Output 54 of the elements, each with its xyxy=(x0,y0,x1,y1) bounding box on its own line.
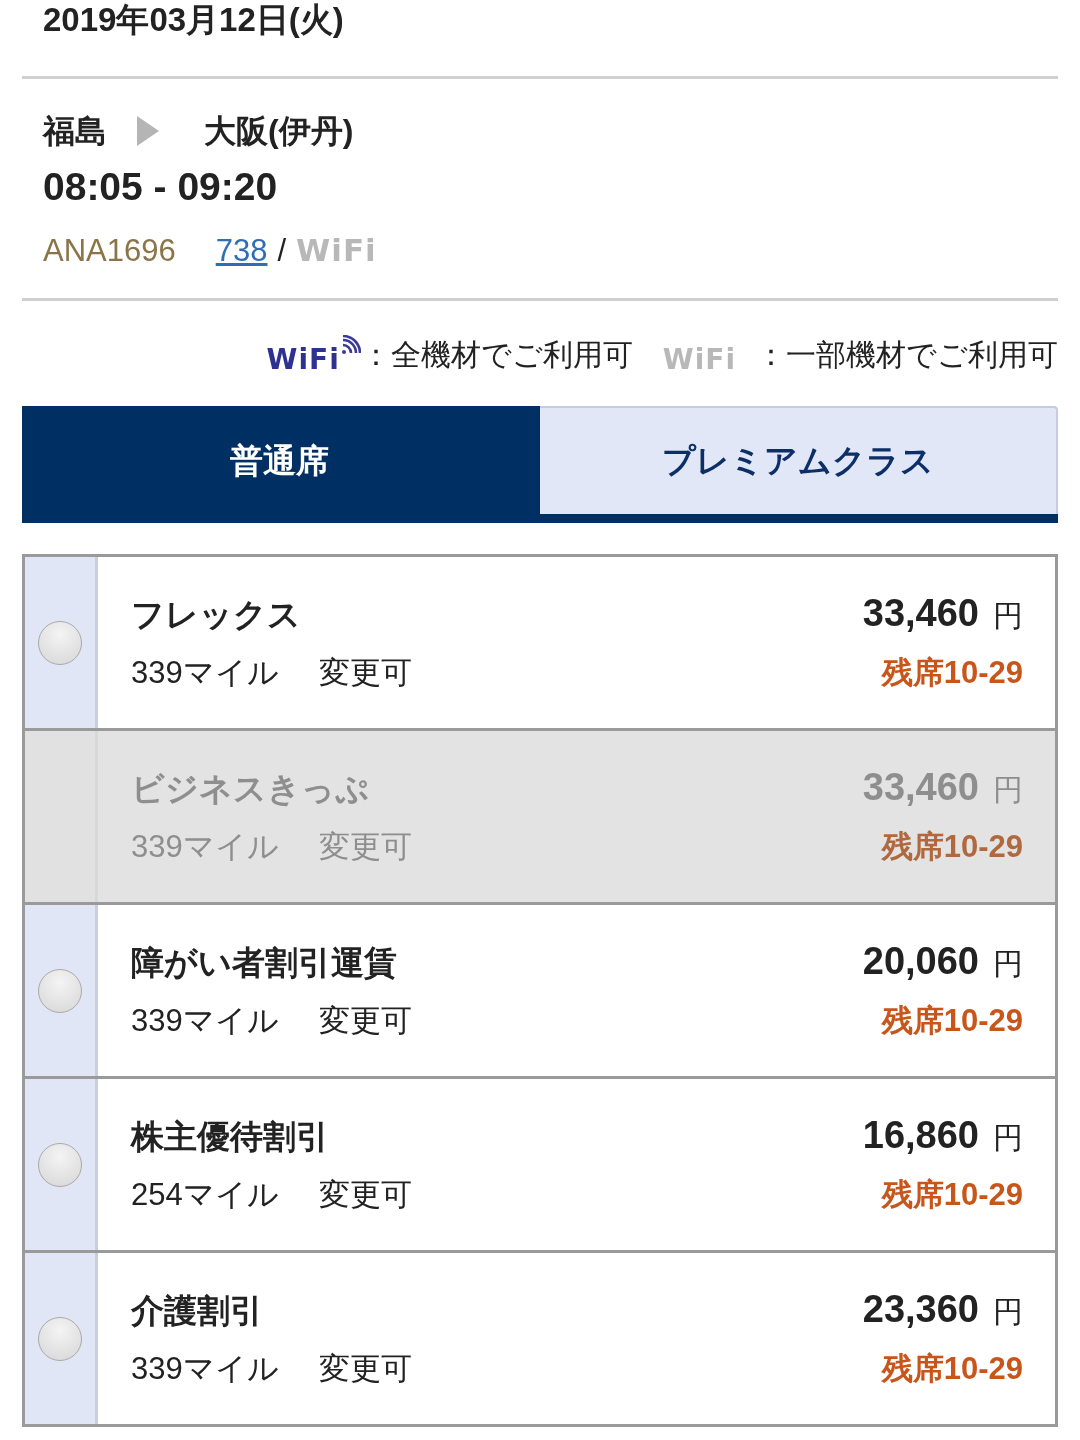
change-text: 変更可 xyxy=(318,1349,412,1388)
date-heading: 2019年03月12日(火) xyxy=(42,0,345,40)
aircraft-link[interactable]: 738 xyxy=(215,228,268,274)
seats-left: 残席10-29 xyxy=(881,1001,1023,1040)
fare-price: 33,460 xyxy=(862,765,979,808)
miles-text: 339マイル xyxy=(131,827,279,866)
radio-button[interactable] xyxy=(38,968,82,1013)
class-tab[interactable]: 普通席 xyxy=(22,406,540,514)
currency-label: 円 xyxy=(993,1120,1023,1154)
currency-label: 円 xyxy=(993,598,1023,632)
origin-city: 福島 xyxy=(43,112,107,151)
currency-label: 円 xyxy=(993,772,1023,806)
flight-time: 08:05 - 09:20 xyxy=(43,164,279,210)
wifi-label: WiFi xyxy=(662,342,736,376)
change-text: 変更可 xyxy=(318,653,412,692)
currency-label: 円 xyxy=(993,1294,1023,1328)
fare-name: 障がい者割引運賃 xyxy=(131,942,397,983)
miles-text: 339マイル xyxy=(131,1349,279,1388)
fare-row[interactable]: フレックス 33,460 円 339マイル 変更可 残席10-29 xyxy=(25,557,1055,731)
miles-text: 339マイル xyxy=(131,653,279,692)
fare-price: 23,360 xyxy=(862,1287,979,1330)
legend-text: ：全機材でご利用可 xyxy=(360,336,633,373)
fare-row[interactable]: 株主優待割引 16,860 円 254マイル 変更可 残席10-29 xyxy=(25,1079,1055,1253)
seats-left: 残席10-29 xyxy=(881,827,1023,866)
radio-button[interactable] xyxy=(38,620,82,665)
legend-text: ：一部機材でご利用可 xyxy=(756,336,1058,373)
change-text: 変更可 xyxy=(318,1175,412,1214)
caret-right-icon xyxy=(137,116,159,146)
seats-left: 残席10-29 xyxy=(881,1349,1023,1388)
fare-name: 株主優待割引 xyxy=(131,1116,329,1157)
fare-price: 33,460 xyxy=(862,591,979,634)
signal-arcs-icon xyxy=(340,334,361,355)
class-tab[interactable]: プレミアムクラス xyxy=(540,406,1058,514)
fare-price: 20,060 xyxy=(862,939,979,982)
change-text: 変更可 xyxy=(318,827,412,866)
fare-name: ビジネスきっぷ xyxy=(131,768,369,809)
wifi-label: WiFi xyxy=(296,231,377,270)
miles-text: 339マイル xyxy=(131,1001,279,1040)
currency-label: 円 xyxy=(993,946,1023,980)
change-text: 変更可 xyxy=(318,1001,412,1040)
fare-name: フレックス xyxy=(131,594,301,635)
seats-left: 残席10-29 xyxy=(881,653,1023,692)
radio-button[interactable] xyxy=(38,1142,82,1187)
fare-row[interactable]: 介護割引 23,360 円 339マイル 変更可 残席10-29 xyxy=(25,1253,1055,1427)
radio-button[interactable] xyxy=(38,1316,82,1361)
fare-price: 16,860 xyxy=(862,1113,979,1156)
flight-number: ANA1696 xyxy=(43,232,176,270)
seats-left: 残席10-29 xyxy=(881,1175,1023,1214)
separator-text: / xyxy=(277,232,287,270)
fare-row[interactable]: 障がい者割引運賃 20,060 円 339マイル 変更可 残席10-29 xyxy=(25,905,1055,1079)
fare-name: 介護割引 xyxy=(131,1290,263,1331)
destination-city: 大阪(伊丹) xyxy=(204,112,354,151)
miles-text: 254マイル xyxy=(131,1175,279,1214)
wifi-label: WiFi xyxy=(266,342,340,376)
